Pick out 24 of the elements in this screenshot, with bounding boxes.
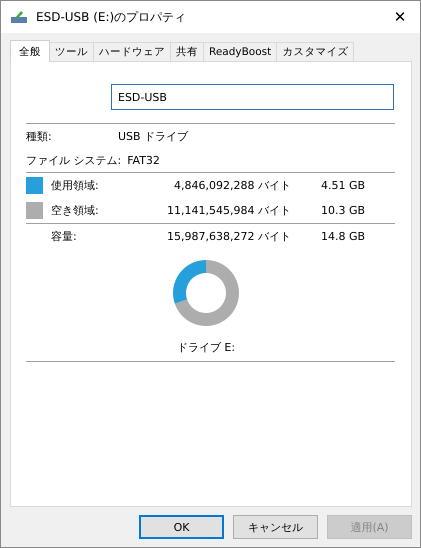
size-value: 10.3 GB bbox=[321, 204, 366, 217]
dialog-button[interactable]: キャンセル bbox=[233, 515, 318, 539]
info-value: FAT32 bbox=[127, 154, 160, 166]
close-button[interactable]: ✕ bbox=[380, 1, 420, 33]
used-slice bbox=[173, 260, 206, 304]
info-label: ファイル システム: bbox=[26, 152, 122, 168]
usage-label: 空き領域: bbox=[51, 203, 100, 218]
dialog-button[interactable]: OK bbox=[139, 515, 224, 539]
drive-label: ドライブ E: bbox=[176, 340, 236, 354]
name-field[interactable]: ESD-USB bbox=[111, 84, 394, 110]
byte-count: 11,141,545,984 バイト bbox=[166, 203, 291, 218]
tab[interactable]: カスタマイズ bbox=[276, 42, 354, 61]
free-slice bbox=[174, 260, 239, 326]
drive-icon bbox=[11, 11, 27, 23]
byte-count: 15,987,638,272 バイト bbox=[166, 229, 291, 244]
capacity-label: 容量: bbox=[50, 229, 78, 244]
tab[interactable]: 全般 bbox=[10, 40, 50, 62]
size-value: 4.51 GB bbox=[321, 179, 366, 192]
usage-label: 使用領域: bbox=[51, 178, 100, 193]
window-title: ESD-USB (E:)のプロパティ bbox=[36, 8, 188, 26]
size-value: 14.8 GB bbox=[321, 230, 366, 243]
info-label: 種類: bbox=[26, 128, 53, 144]
info-value: USB ドライブ bbox=[118, 128, 188, 144]
byte-count: 4,846,092,288 バイト bbox=[173, 178, 291, 193]
